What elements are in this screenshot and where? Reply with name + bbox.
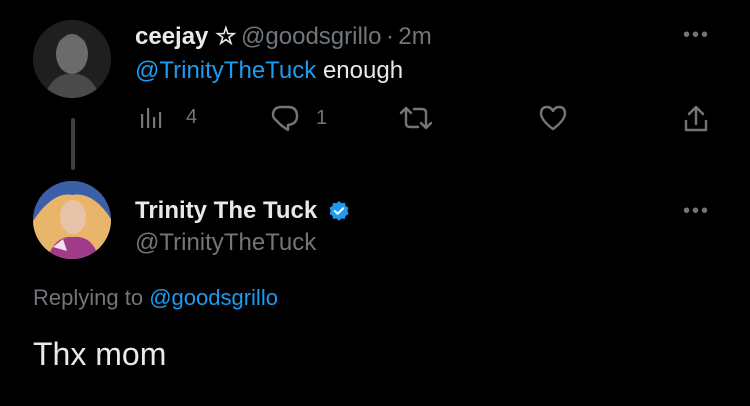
tweet2-more-button[interactable]: ••• [683, 200, 710, 223]
replying-to-handle[interactable]: @goodsgrillo [149, 285, 278, 310]
tweet2-handle[interactable]: @TrinityTheTuck [135, 229, 316, 257]
retweet-button[interactable] [398, 104, 434, 132]
tweet1-header: ceejay ☆ @goodsgrillo · 2m [135, 22, 432, 51]
more-icon: ••• [683, 24, 711, 46]
tweet2-header: Trinity The Tuck [135, 197, 350, 227]
avatar-trinity[interactable] [33, 181, 111, 259]
thread-connector-line [71, 118, 75, 170]
tweet1-text: enough [322, 57, 404, 84]
share-icon [684, 105, 708, 132]
verified-icon [328, 200, 350, 227]
tweet1-handle[interactable]: @goodsgrillo [241, 23, 381, 50]
avatar-ceejay[interactable] [33, 20, 111, 98]
views-icon [141, 108, 162, 128]
replying-to-line: Replying to @goodsgrillo [33, 285, 278, 311]
tweet2-text: Thx mom [33, 336, 167, 372]
share-button[interactable] [682, 104, 710, 134]
like-icon [539, 105, 567, 131]
tweet1-time[interactable]: 2m [398, 23, 431, 50]
views-count: 4 [186, 105, 198, 128]
tweet1-body: @TrinityTheTuck enough [135, 57, 403, 85]
more-icon: ••• [683, 200, 711, 222]
tweet1-separator: · [385, 23, 394, 50]
views-button[interactable]: 4 [138, 104, 197, 130]
like-button[interactable] [538, 104, 568, 132]
tweet1-more-button[interactable]: ••• [683, 24, 710, 47]
reply-icon [271, 105, 299, 132]
tweet1-display-name[interactable]: ceejay ☆ [135, 23, 237, 50]
replying-prefix: Replying to [33, 285, 144, 310]
retweet-icon [399, 106, 433, 130]
tweet1-mention[interactable]: @TrinityTheTuck [135, 57, 316, 84]
reply-button[interactable]: 1 [270, 104, 327, 132]
tweet2-display-name[interactable]: Trinity The Tuck [135, 197, 317, 224]
reply-count: 1 [316, 106, 328, 129]
